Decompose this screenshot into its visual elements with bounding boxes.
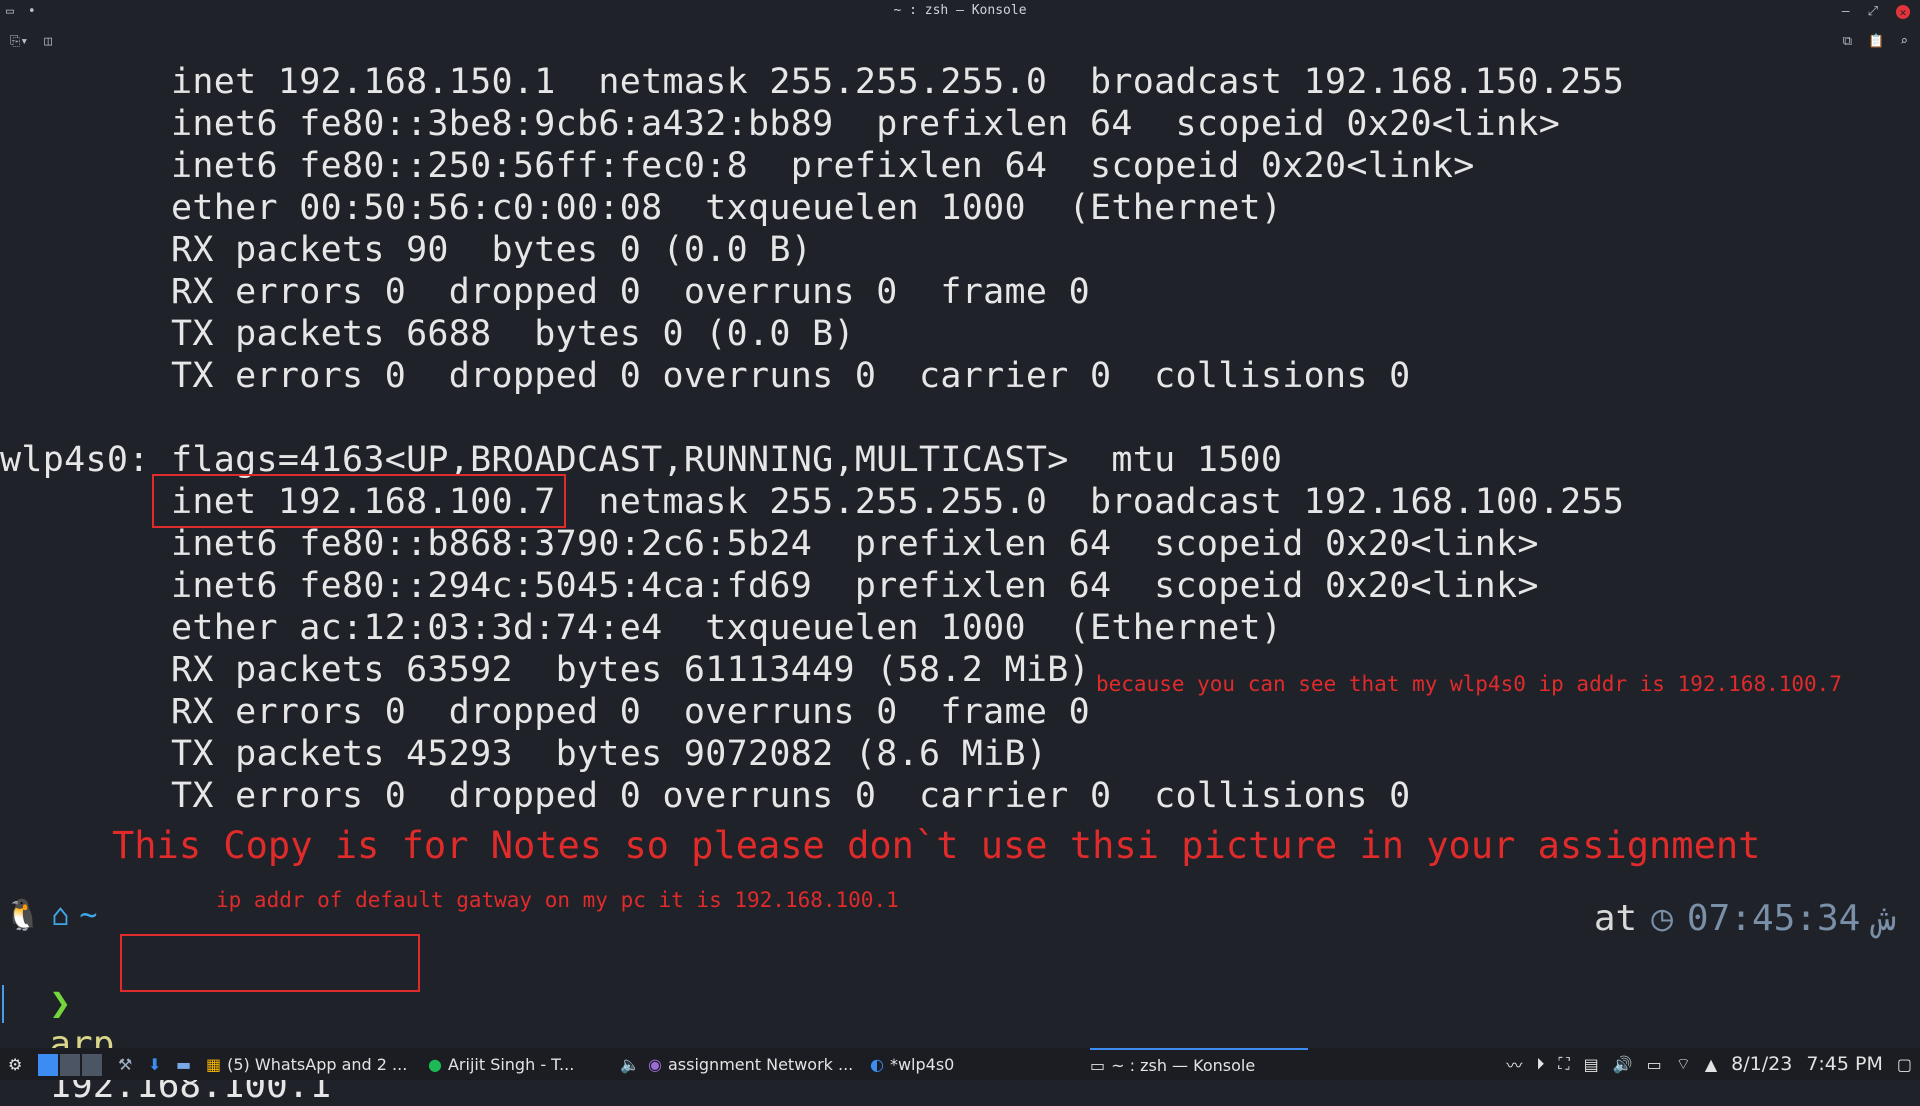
linux-tux-icon: 🐧 <box>4 898 42 933</box>
prompt-segment: 🐧 ⌂ ~ <box>4 898 97 933</box>
task-spotify[interactable]: ● Arijit Singh - T... <box>428 1048 574 1080</box>
system-tray: 〰 ⏵ ⛶ ▤ 🔊 ▭ ⌔ ▲ 8/1/23 7:45 PM ▢ <box>1506 1048 1912 1080</box>
tray-time[interactable]: 7:45 PM <box>1806 1053 1883 1075</box>
file-manager-icon[interactable]: ▬ <box>176 1048 191 1080</box>
new-tab-icon[interactable]: ⎘▾ <box>10 34 28 50</box>
output-line: inet 192.168.150.1 netmask 255.255.255.0… <box>0 62 1625 102</box>
argument-highlight-box <box>120 934 420 992</box>
tray-date[interactable]: 8/1/23 <box>1731 1053 1792 1075</box>
task-label: (5) WhatsApp and 2 ... <box>227 1054 408 1074</box>
search-icon[interactable]: ⌕ <box>1900 34 1908 50</box>
text-cursor <box>2 985 4 1023</box>
task-label: assignment Network ... <box>667 1054 854 1074</box>
output-line: RX errors 0 dropped 0 overruns 0 frame 0 <box>0 692 1090 732</box>
window-title: ~ : zsh — Konsole <box>893 3 1027 18</box>
konsole-toolbar: ⎘▾ ◫ ⧉ 📋 ⌕ <box>0 28 1920 56</box>
speaker-icon[interactable]: 🔈 <box>620 1048 640 1080</box>
output-line: inet6 fe80::3be8:9cb6:a432:bb89 prefixle… <box>0 104 1561 144</box>
tray-expand-icon[interactable]: ▲ <box>1705 1055 1717 1074</box>
desktop-3[interactable] <box>82 1054 102 1076</box>
output-line: RX packets 63592 bytes 61113449 (58.2 Mi… <box>0 650 1090 690</box>
app-tray-icon[interactable]: 〰 <box>1506 1052 1522 1076</box>
taskbar: ⚙ ⚒ ⬇ ▬ ▦ (5) WhatsApp and 2 ... ● Ariji… <box>0 1048 1920 1080</box>
app-launcher-icon[interactable]: ⚙ <box>8 1048 22 1080</box>
output-line: RX packets 90 bytes 0 (0.0 B) <box>0 230 813 270</box>
output-line: TX packets 6688 bytes 0 (0.0 B) <box>0 314 855 354</box>
task-assignment[interactable]: ◉ assignment Network ... <box>648 1048 853 1080</box>
screenshot-icon[interactable]: ⛶ <box>1558 1054 1569 1074</box>
battery-icon[interactable]: ▭ <box>1647 1055 1662 1074</box>
task-whatsapp[interactable]: ▦ (5) WhatsApp and 2 ... <box>206 1048 407 1080</box>
output-line: inet6 fe80::250:56ff:fec0:8 prefixlen 64… <box>0 146 1475 186</box>
paste-icon[interactable]: 📋 <box>1868 34 1884 50</box>
output-line: TX errors 0 dropped 0 overruns 0 carrier… <box>0 776 1411 816</box>
browser-icon: ▦ <box>206 1054 222 1074</box>
inet-highlight-box <box>152 474 566 528</box>
output-line: ether 00:50:56:c0:00:08 txqueuelen 1000 … <box>0 188 1283 228</box>
task-label: ~ : zsh — Konsole <box>1111 1055 1256 1075</box>
prompt-time: 07:45:34 <box>1686 898 1861 939</box>
annotation-warning: This Copy is for Notes so please don`t u… <box>112 824 1761 867</box>
annotation-gateway: ip addr of default gatway on my pc it is… <box>216 888 899 912</box>
app-icon: ◉ <box>648 1054 662 1074</box>
task-wlp4s0[interactable]: ◐ *wlp4s0 <box>870 1048 954 1080</box>
task-konsole[interactable]: ▭ ~ : zsh — Konsole <box>1090 1048 1308 1080</box>
prompt-caret: ❯ <box>49 983 72 1024</box>
settings-icon[interactable]: ⚒ <box>118 1048 132 1080</box>
output-line: RX errors 0 dropped 0 overruns 0 frame 0 <box>0 272 1090 312</box>
output-line: TX packets 45293 bytes 9072082 (8.6 MiB) <box>0 734 1048 774</box>
split-view-icon[interactable]: ◫ <box>44 34 52 50</box>
clock-icon: ◷ <box>1651 898 1673 939</box>
annotation-wlp-ip: because you can see that my wlp4s0 ip ad… <box>1096 672 1842 696</box>
right-prompt: at ◷ 07:45:34 ش <box>1594 898 1896 939</box>
spotify-icon: ● <box>428 1054 442 1074</box>
prompt-dir: ~ <box>79 898 98 933</box>
output-line: inet6 fe80::b868:3790:2c6:5b24 prefixlen… <box>0 524 1539 564</box>
show-desktop-icon[interactable]: ▢ <box>1897 1055 1912 1074</box>
task-label: *wlp4s0 <box>889 1054 955 1074</box>
close-icon[interactable]: ✕ <box>1896 5 1910 19</box>
app-icon: ◐ <box>870 1054 884 1074</box>
download-icon[interactable]: ⬇ <box>148 1048 161 1080</box>
terminal-icon: ▭ <box>1090 1055 1106 1075</box>
desktop-2[interactable] <box>60 1054 80 1076</box>
clipboard-icon[interactable]: ▤ <box>1584 1055 1599 1074</box>
title-bar: ▭ • ~ : zsh — Konsole – ⤢ ✕ <box>0 0 1920 24</box>
output-line: ether ac:12:03:3d:74:e4 txqueuelen 1000 … <box>0 608 1283 648</box>
copy-icon[interactable]: ⧉ <box>1843 34 1852 50</box>
desktop-1[interactable] <box>38 1054 58 1076</box>
at-label: at <box>1593 898 1638 939</box>
task-label: Arijit Singh - T... <box>447 1054 575 1074</box>
prompt-suffix: ش <box>1874 898 1896 939</box>
output-line: inet6 fe80::294c:5045:4ca:fd69 prefixlen… <box>0 566 1539 606</box>
maximize-icon[interactable]: ⤢ <box>1868 4 1878 20</box>
volume-icon[interactable]: 🔊 <box>1613 1055 1633 1074</box>
home-icon: ⌂ <box>51 898 70 933</box>
virtual-desktop-pager[interactable] <box>38 1054 102 1076</box>
output-line: TX errors 0 dropped 0 overruns 0 carrier… <box>0 356 1411 396</box>
minimize-icon[interactable]: – <box>1842 4 1850 20</box>
media-play-icon[interactable]: ⏵ <box>1536 1054 1544 1074</box>
wifi-icon[interactable]: ⌔ <box>1676 1054 1691 1074</box>
